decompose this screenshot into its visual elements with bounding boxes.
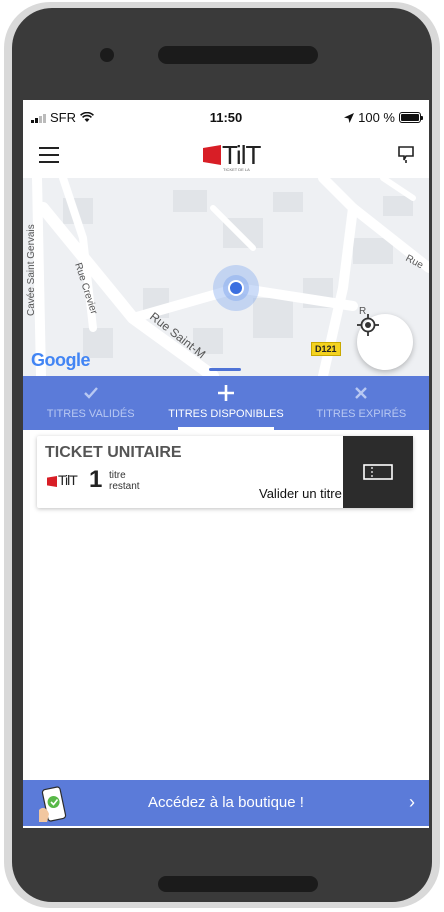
shop-label: Accédez à la boutique ! [148,794,304,811]
app-screen: SFR 11:50 100 % TilT TICKET DE LA Cavée … [23,100,429,828]
drawer-handle[interactable] [209,368,241,371]
ticket-icon[interactable] [397,145,415,165]
validate-ticket-link[interactable]: Valider un titre [259,486,342,501]
google-letter: Google [31,350,91,370]
check-icon [83,387,98,399]
camera-icon [100,48,114,62]
status-bar: SFR 11:50 100 % [23,100,429,134]
ticket-logo-flag [47,476,57,487]
ticket-unit-line2: restant [109,481,140,492]
shop-banner[interactable]: Accédez à la boutique ! › [23,780,429,826]
tab-titres-expires[interactable]: TITRES EXPIRÉS [294,376,429,430]
location-arrow-icon [344,112,355,123]
tab-label-expires: TITRES EXPIRÉS [316,408,407,420]
ticket-card[interactable]: TICKET UNITAIRE TilT 1 titre restant Val… [37,436,413,508]
tab-titres-valides[interactable]: TITRES VALIDÉS [23,376,158,430]
logo-flag [203,145,221,165]
logo-subtext: TICKET DE LA [223,167,250,172]
road-badge: D121 [311,342,341,356]
tab-label-disponibles: TITRES DISPONIBLES [168,408,284,420]
ticket-unit-line1: titre [109,470,126,481]
ticket-logo: TilT [47,472,83,492]
crosshair-icon [357,314,379,336]
battery-percent: 100 % [358,110,395,125]
street-label-cavee: Cavée Saint Gervais [26,224,37,316]
tab-label-valides: TITRES VALIDÉS [46,408,135,420]
speaker-grille [158,46,318,64]
tilt-logo: TilT TICKET DE LA [203,138,261,172]
locate-me-button[interactable] [357,314,413,370]
app-header: TilT TICKET DE LA [23,134,429,178]
battery-icon [399,112,423,123]
plus-icon [217,385,234,401]
tab-titres-disponibles[interactable]: TITRES DISPONIBLES [158,376,293,430]
menu-icon[interactable] [39,147,59,163]
google-attribution: Google [31,350,91,371]
x-icon [355,387,368,399]
status-right: 100 % [344,110,423,125]
home-button[interactable] [158,876,318,892]
validate-ticket-button[interactable] [343,436,413,508]
ticket-tabs: TITRES VALIDÉS TITRES DISPONIBLES TITRES… [23,376,429,430]
chevron-right-icon: › [409,792,415,812]
ticket-stub-icon [363,464,393,480]
ticket-unit: titre restant [109,470,140,492]
map-view[interactable]: Cavée Saint Gervais Rue Crevier Rue Sain… [23,178,429,376]
ticket-logo-text: TilT [58,472,78,488]
ticket-count: 1 [89,466,103,493]
ticket-title: TICKET UNITAIRE [45,444,182,461]
